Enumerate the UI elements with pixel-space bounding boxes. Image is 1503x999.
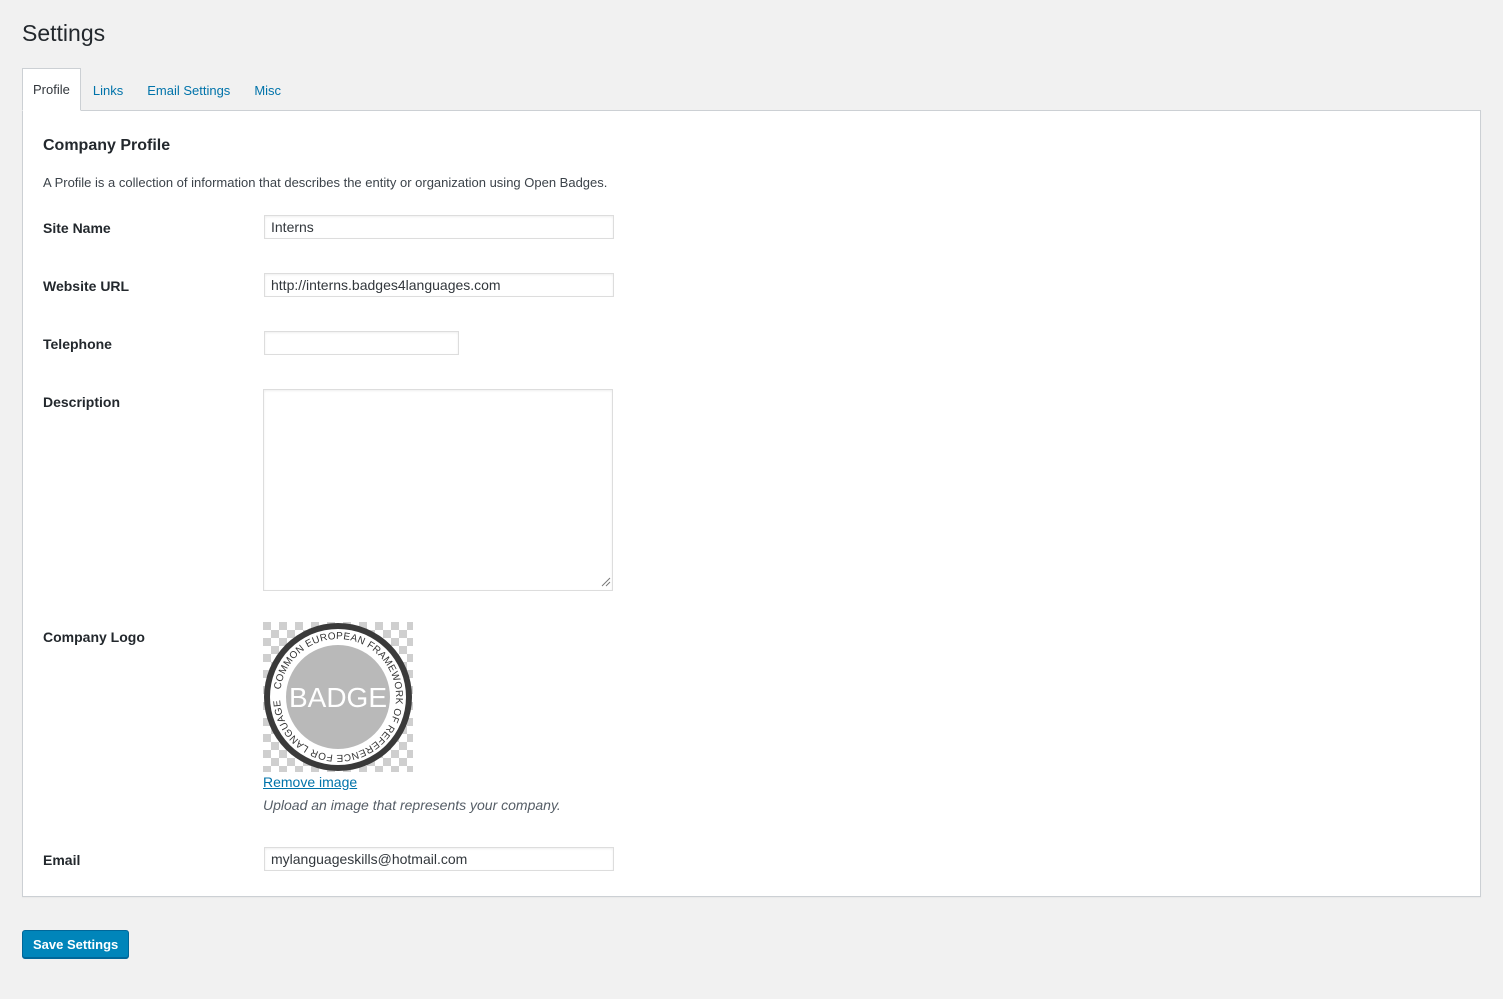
tab-links[interactable]: Links — [81, 70, 135, 111]
section-description: A Profile is a collection of information… — [43, 175, 608, 190]
logo-hint: Upload an image that represents your com… — [263, 797, 561, 813]
settings-panel: Company Profile A Profile is a collectio… — [22, 110, 1481, 897]
company-logo-image: COMMON EUROPEAN FRAMEWORK OF REFERENCE F… — [263, 622, 413, 772]
company-logo-label: Company Logo — [43, 629, 145, 645]
description-textarea[interactable] — [263, 389, 613, 591]
tab-profile[interactable]: Profile — [22, 68, 81, 111]
save-settings-button[interactable]: Save Settings — [22, 930, 130, 958]
telephone-label: Telephone — [43, 336, 112, 352]
description-label: Description — [43, 394, 121, 410]
site-name-label: Site Name — [43, 220, 111, 236]
tab-email-settings[interactable]: Email Settings — [135, 70, 242, 111]
tab-misc[interactable]: Misc — [242, 70, 293, 111]
remove-image-link[interactable]: Remove image — [263, 774, 357, 790]
logo-badge-text: BADGE — [289, 682, 387, 713]
email-label: Email — [43, 852, 81, 868]
website-url-input[interactable] — [264, 273, 614, 297]
telephone-input[interactable] — [264, 331, 459, 355]
site-name-input[interactable] — [264, 215, 614, 239]
section-title: Company Profile — [43, 137, 171, 154]
website-url-label: Website URL — [43, 278, 130, 294]
resize-grip-icon[interactable] — [601, 577, 611, 587]
email-input[interactable] — [264, 847, 614, 871]
page-title: Settings — [22, 20, 106, 46]
settings-tabs: Profile Links Email Settings Misc — [22, 68, 293, 111]
